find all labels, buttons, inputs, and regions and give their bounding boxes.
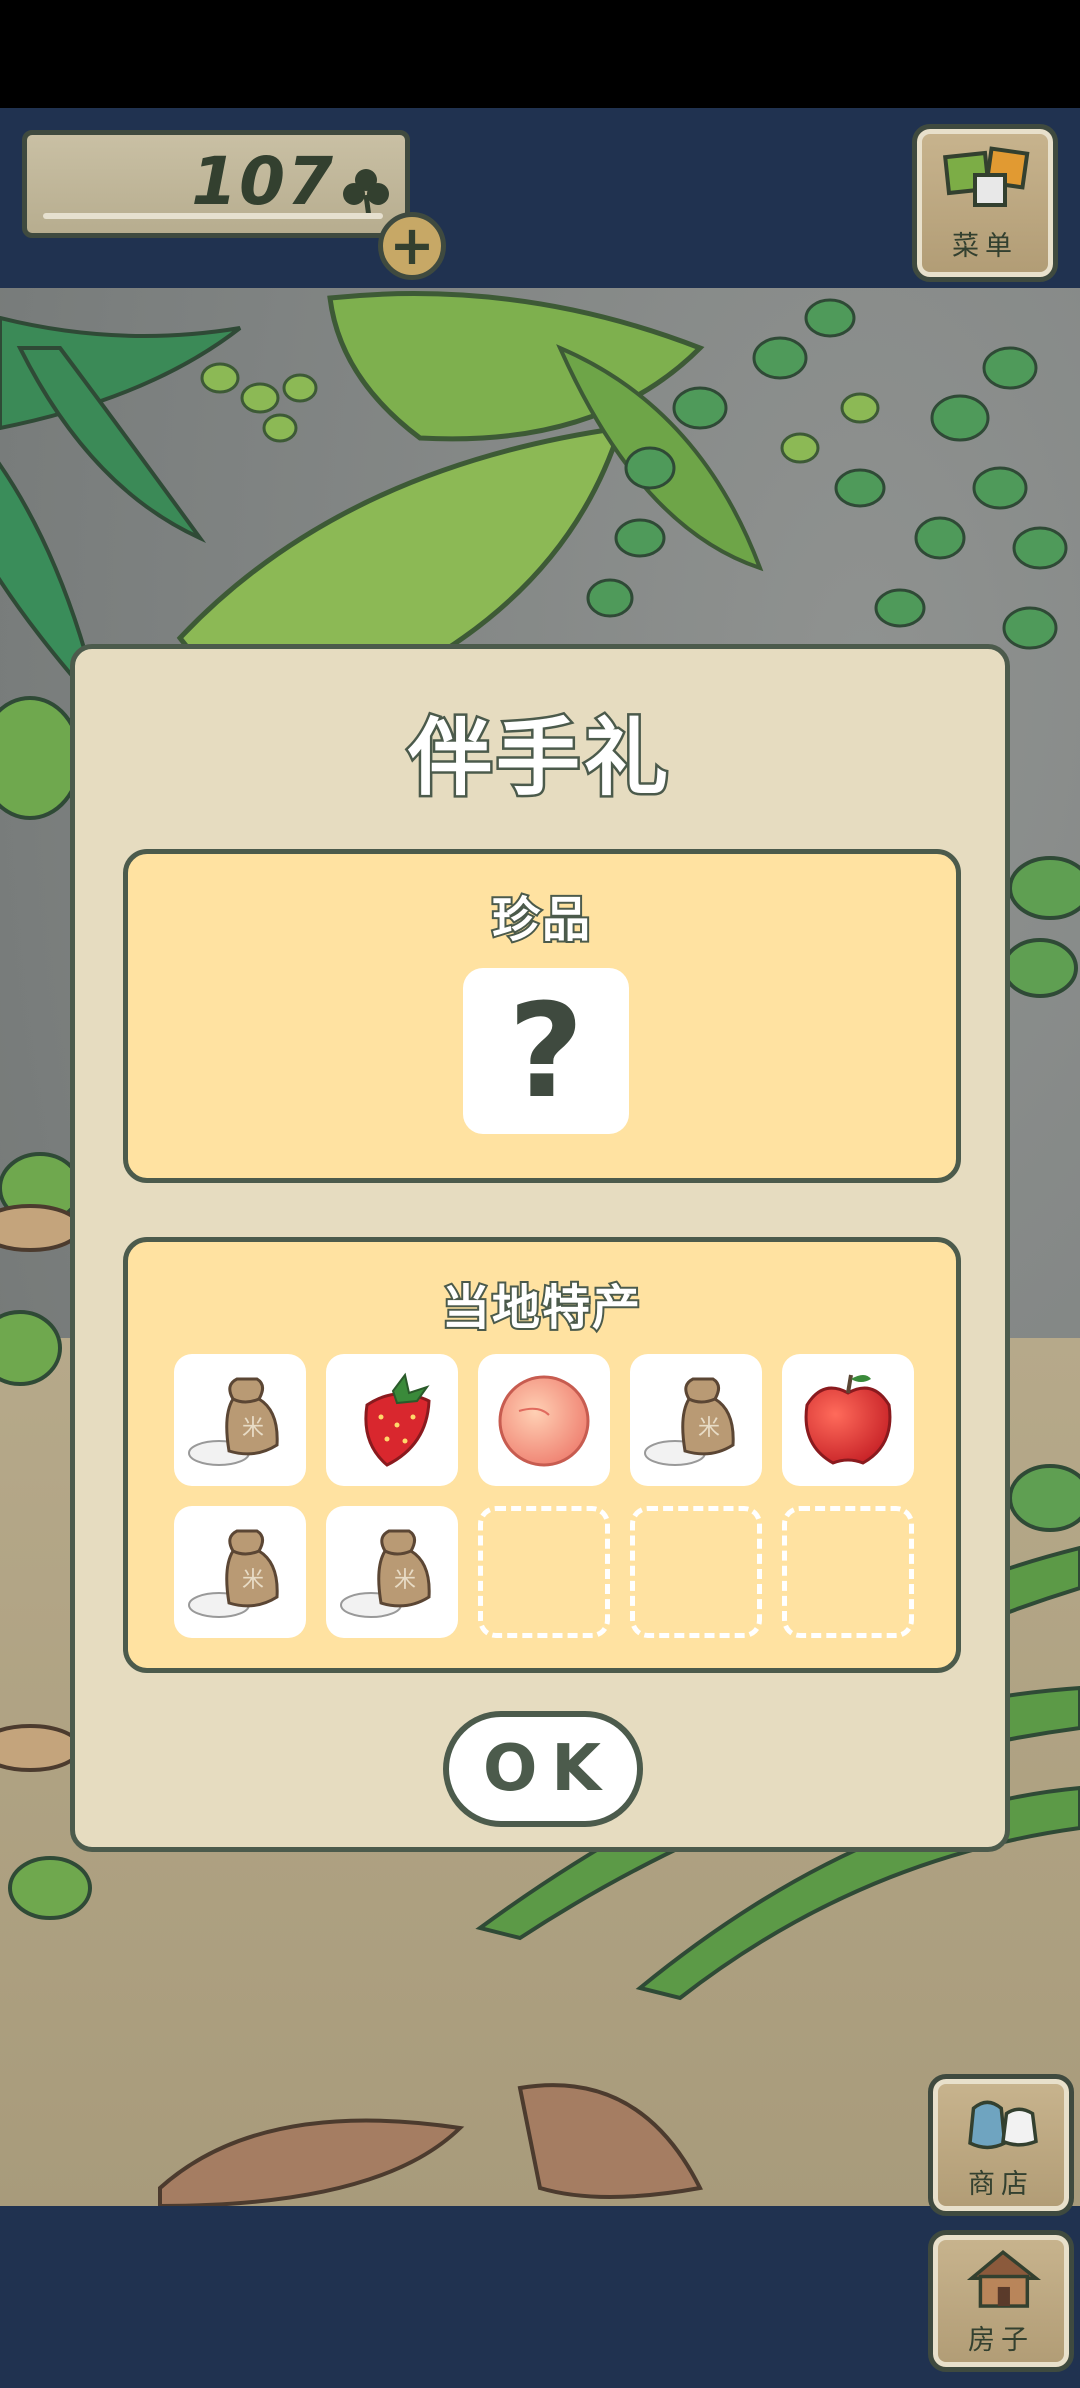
shop-button[interactable]: 商店 [928, 2074, 1074, 2216]
specialty-item-strawberry[interactable] [326, 1354, 458, 1486]
svg-text:米: 米 [242, 1416, 264, 1441]
empty-slot [782, 1506, 914, 1638]
specialty-item-rice[interactable]: 米 [326, 1506, 458, 1638]
house-icon [966, 2249, 1042, 2308]
menu-cards-icon [943, 146, 1030, 207]
house-label: 房子 [968, 2325, 1034, 2356]
rice-bag-icon: 米 [644, 1377, 735, 1466]
empty-slot [478, 1506, 610, 1638]
specialty-item-apple[interactable] [782, 1354, 914, 1486]
souvenir-dialog: 伴手礼 珍品 ? 当地特产 米 米 米 米 OK [70, 644, 1010, 1852]
svg-text:米: 米 [242, 1568, 264, 1593]
empty-slot [630, 1506, 762, 1638]
clover-icon [343, 169, 389, 218]
menu-label: 菜单 [952, 231, 1018, 262]
plus-icon: + [389, 214, 435, 277]
rice-bag-icon: 米 [188, 1377, 279, 1466]
add-clover-button[interactable]: + [378, 212, 446, 280]
rice-bag-icon: 米 [340, 1529, 431, 1618]
local-specialty-panel: 当地特产 米 米 米 米 [123, 1237, 961, 1673]
strawberry-icon [364, 1372, 431, 1467]
peach-icon [498, 1375, 590, 1467]
rare-item-panel: 珍品 ? [123, 849, 961, 1183]
status-bar [0, 0, 1080, 108]
dialog-title: 伴手礼 [405, 707, 672, 810]
shop-label: 商店 [968, 2169, 1034, 2200]
coin-underline [43, 213, 383, 219]
bottom-bar [0, 2206, 1080, 2388]
rice-bag-icon: 米 [188, 1529, 279, 1618]
question-mark-icon: ? [508, 975, 584, 1127]
clover-count: 107 [191, 143, 335, 220]
local-specialty-title: 当地特产 [440, 1278, 642, 1338]
rare-item-title: 珍品 [490, 890, 592, 950]
menu-button[interactable]: 菜单 [912, 124, 1058, 282]
specialty-item-rice[interactable]: 米 [174, 1354, 306, 1486]
apple-icon [804, 1374, 892, 1465]
specialty-item-peach[interactable] [478, 1354, 610, 1486]
specialty-item-rice[interactable]: 米 [630, 1354, 762, 1486]
rare-item-slot[interactable]: ? [463, 968, 629, 1134]
ok-button[interactable]: OK [443, 1711, 643, 1827]
specialty-item-rice[interactable]: 米 [174, 1506, 306, 1638]
svg-text:米: 米 [698, 1416, 720, 1441]
house-button[interactable]: 房子 [928, 2230, 1074, 2372]
svg-text:米: 米 [394, 1568, 416, 1593]
shop-bags-icon [968, 2100, 1038, 2150]
clover-counter: 107 [22, 130, 410, 238]
